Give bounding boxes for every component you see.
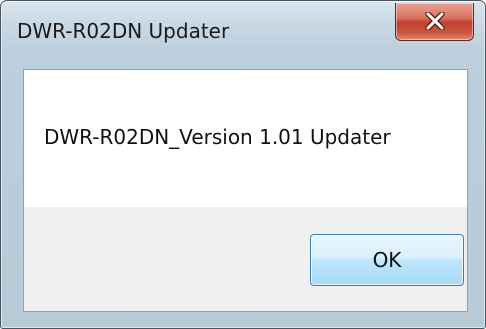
title-bar[interactable]: DWR-R02DN Updater bbox=[1, 1, 485, 69]
button-area: OK bbox=[24, 207, 467, 311]
dialog-window: DWR-R02DN Updater DWR-R02DN_Version 1.01… bbox=[0, 0, 486, 329]
close-icon bbox=[425, 12, 445, 30]
window-title: DWR-R02DN Updater bbox=[17, 19, 230, 43]
dialog-content: DWR-R02DN_Version 1.01 Updater OK bbox=[23, 69, 468, 312]
dialog-message: DWR-R02DN_Version 1.01 Updater bbox=[44, 125, 391, 149]
ok-button[interactable]: OK bbox=[310, 234, 464, 286]
close-button[interactable] bbox=[395, 3, 474, 41]
